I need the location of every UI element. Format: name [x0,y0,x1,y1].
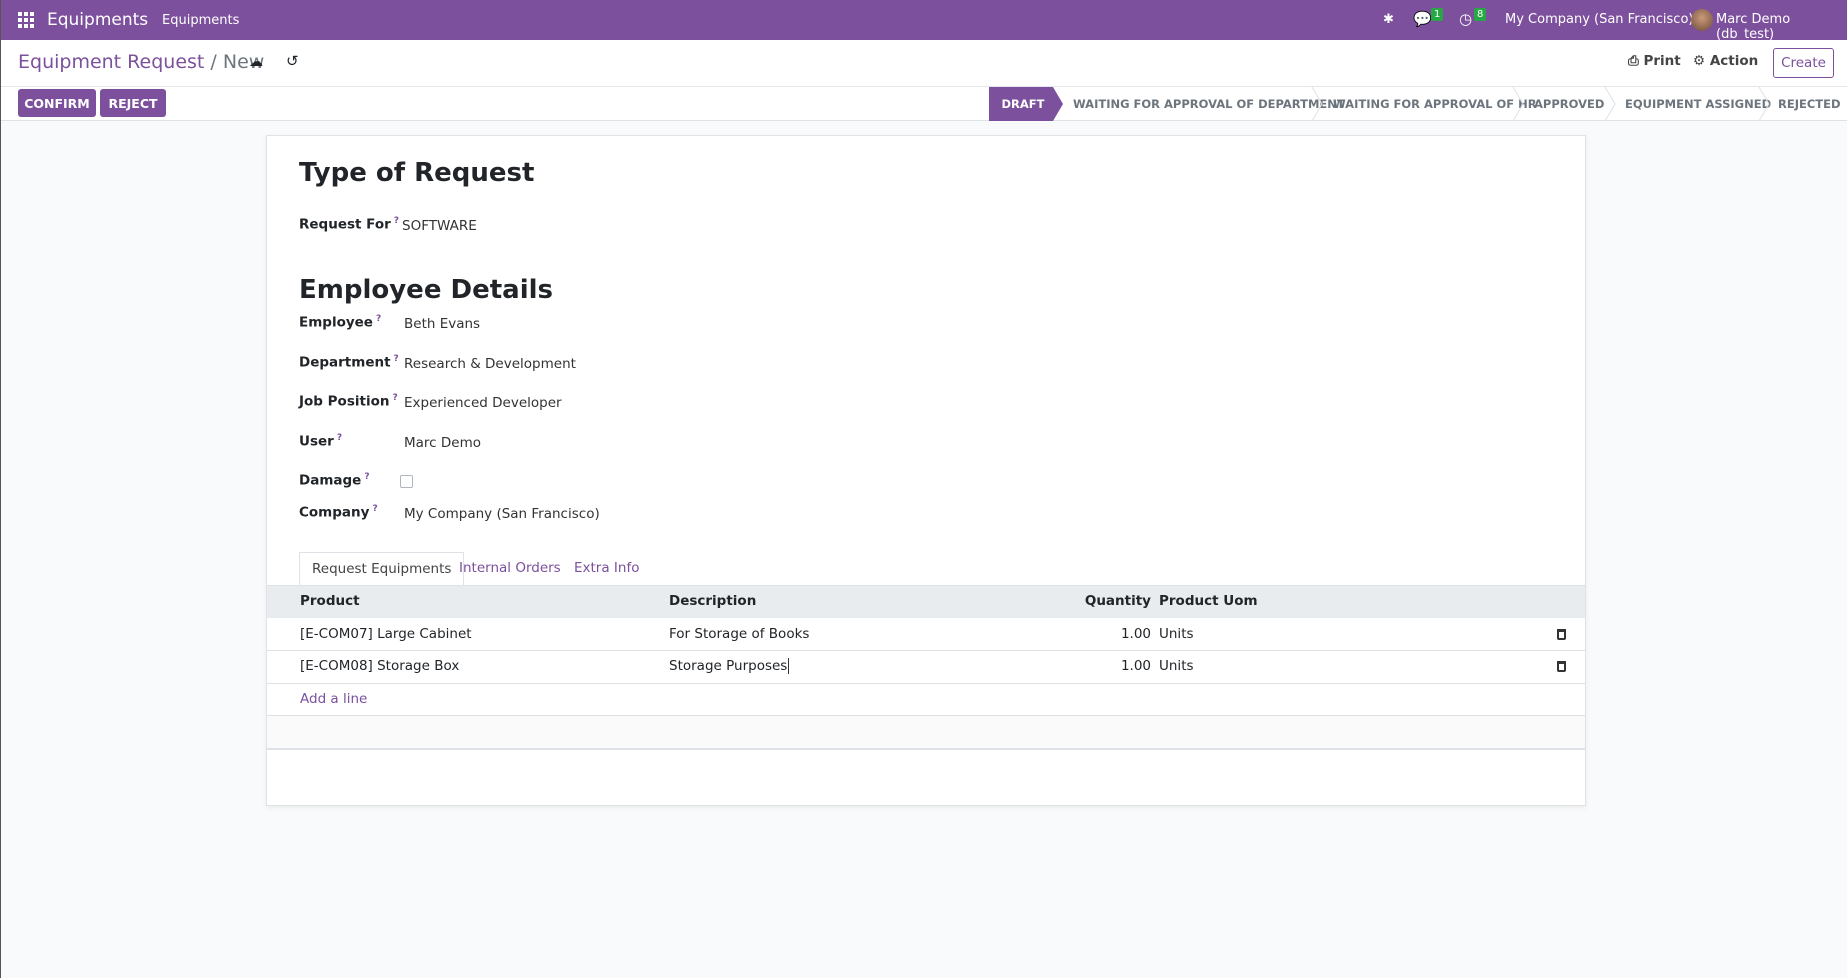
create-button[interactable]: Create [1773,48,1834,78]
request-for-field[interactable]: SOFTWARE [402,218,477,234]
job-position-label: Job Position? [299,393,398,410]
column-product-uom[interactable]: Product Uom [1159,593,1258,609]
department-field[interactable]: Research & Development [404,356,576,372]
tab-internal-orders[interactable]: Internal Orders [459,552,561,585]
row1-quantity[interactable]: 1.00 [1061,626,1151,642]
help-tooltip-icon[interactable]: ? [376,314,381,324]
delete-row-trash-icon[interactable] [1557,629,1566,640]
messages-icon[interactable]: 💬 [1413,10,1432,28]
debug-bug-icon[interactable]: ✱ [1383,12,1394,27]
job-position-label-text: Job Position [299,393,390,410]
reject-button[interactable]: REJECT [100,89,166,117]
status-separator [1512,87,1524,121]
help-tooltip-icon[interactable]: ? [394,354,399,364]
status-separator [1604,87,1616,121]
tab-extra-info[interactable]: Extra Info [574,552,639,585]
request-for-label: Request For? [299,216,399,233]
help-tooltip-icon[interactable]: ? [337,433,342,443]
help-tooltip-icon[interactable]: ? [364,472,369,482]
control-panel: Equipment Request / New ☁ ↺ ⎙ Print ⚙ Ac… [1,40,1847,121]
row2-uom[interactable]: Units [1159,658,1194,674]
row1-product[interactable]: [E-COM07] Large Cabinet [300,626,472,642]
column-quantity[interactable]: Quantity [1061,593,1151,609]
user-label-text: User [299,433,334,450]
row2-product[interactable]: [E-COM08] Storage Box [300,658,459,674]
row1-uom[interactable]: Units [1159,626,1194,642]
status-equipment-assigned[interactable]: EQUIPMENT ASSIGNED [1625,87,1771,121]
help-tooltip-icon[interactable]: ? [372,504,377,514]
status-rejected[interactable]: REJECTED [1778,87,1841,121]
confirm-button[interactable]: CONFIRM [18,89,96,117]
damage-checkbox[interactable] [400,475,413,488]
row-divider [267,683,1585,684]
row-divider [267,650,1585,651]
status-waiting-department[interactable]: WAITING FOR APPROVAL OF DEPARTMENT [1073,87,1345,121]
help-tooltip-icon[interactable]: ? [392,393,397,403]
status-separator [1758,87,1770,121]
employee-field[interactable]: Beth Evans [404,316,480,332]
section-employee-details: Employee Details [299,275,553,305]
action-button[interactable]: ⚙ Action [1693,53,1758,69]
delete-row-trash-icon[interactable] [1557,661,1566,672]
employee-label: Employee? [299,314,381,331]
company-label-text: Company [299,504,370,521]
table-bottom-border [267,748,1585,750]
form-sheet [266,135,1586,806]
user-avatar[interactable] [1691,9,1713,31]
status-waiting-hr[interactable]: WAITING FOR APPROVAL OF HR [1333,87,1537,121]
table-header [267,585,1585,618]
breadcrumb-separator: / [210,51,217,73]
company-field[interactable]: My Company (San Francisco) [404,506,600,522]
print-button[interactable]: ⎙ Print [1628,53,1681,69]
user-label: User? [299,433,342,450]
help-tooltip-icon[interactable]: ? [394,216,399,226]
app-name[interactable]: Equipments [47,10,148,30]
employee-label-text: Employee [299,314,373,331]
company-switcher[interactable]: My Company (San Francisco) [1505,12,1693,27]
breadcrumb-parent[interactable]: Equipment Request [18,51,204,73]
tab-request-equipments[interactable]: Request Equipments [299,552,465,585]
row2-quantity[interactable]: 1.00 [1061,658,1151,674]
row2-description-input[interactable]: Storage Purposes [669,658,790,674]
discard-undo-icon[interactable]: ↺ [286,52,299,70]
top-navbar: Equipments Equipments ✱ 💬 1 ◷ 8 My Compa… [1,0,1847,42]
activities-badge: 8 [1474,8,1487,21]
apps-grid-icon[interactable] [18,12,34,28]
status-draft[interactable]: DRAFT [989,87,1063,121]
row1-description[interactable]: For Storage of Books [669,626,809,642]
breadcrumb: Equipment Request / New [18,51,264,73]
request-for-label-text: Request For [299,216,391,233]
menu-equipments[interactable]: Equipments [162,13,239,28]
activities-clock-icon[interactable]: ◷ [1459,10,1472,28]
column-product[interactable]: Product [300,593,360,609]
print-label: Print [1643,53,1681,69]
status-approved[interactable]: APPROVED [1534,87,1604,121]
damage-label-text: Damage [299,472,362,489]
status-separator [1311,87,1323,121]
job-position-field[interactable]: Experienced Developer [404,395,562,411]
save-cloud-icon[interactable]: ☁ [249,54,263,70]
section-type-of-request: Type of Request [299,158,535,188]
department-label-text: Department [299,354,391,371]
action-label: Action [1709,53,1759,69]
messages-badge: 1 [1431,8,1444,21]
damage-label: Damage? [299,472,370,489]
table-footer [267,716,1585,748]
column-description[interactable]: Description [669,593,756,609]
company-label: Company? [299,504,378,521]
department-label: Department? [299,354,399,371]
user-field[interactable]: Marc Demo [404,435,481,451]
user-menu[interactable]: Marc Demo (db_test) [1716,12,1847,42]
add-a-line-link[interactable]: Add a line [300,691,367,707]
